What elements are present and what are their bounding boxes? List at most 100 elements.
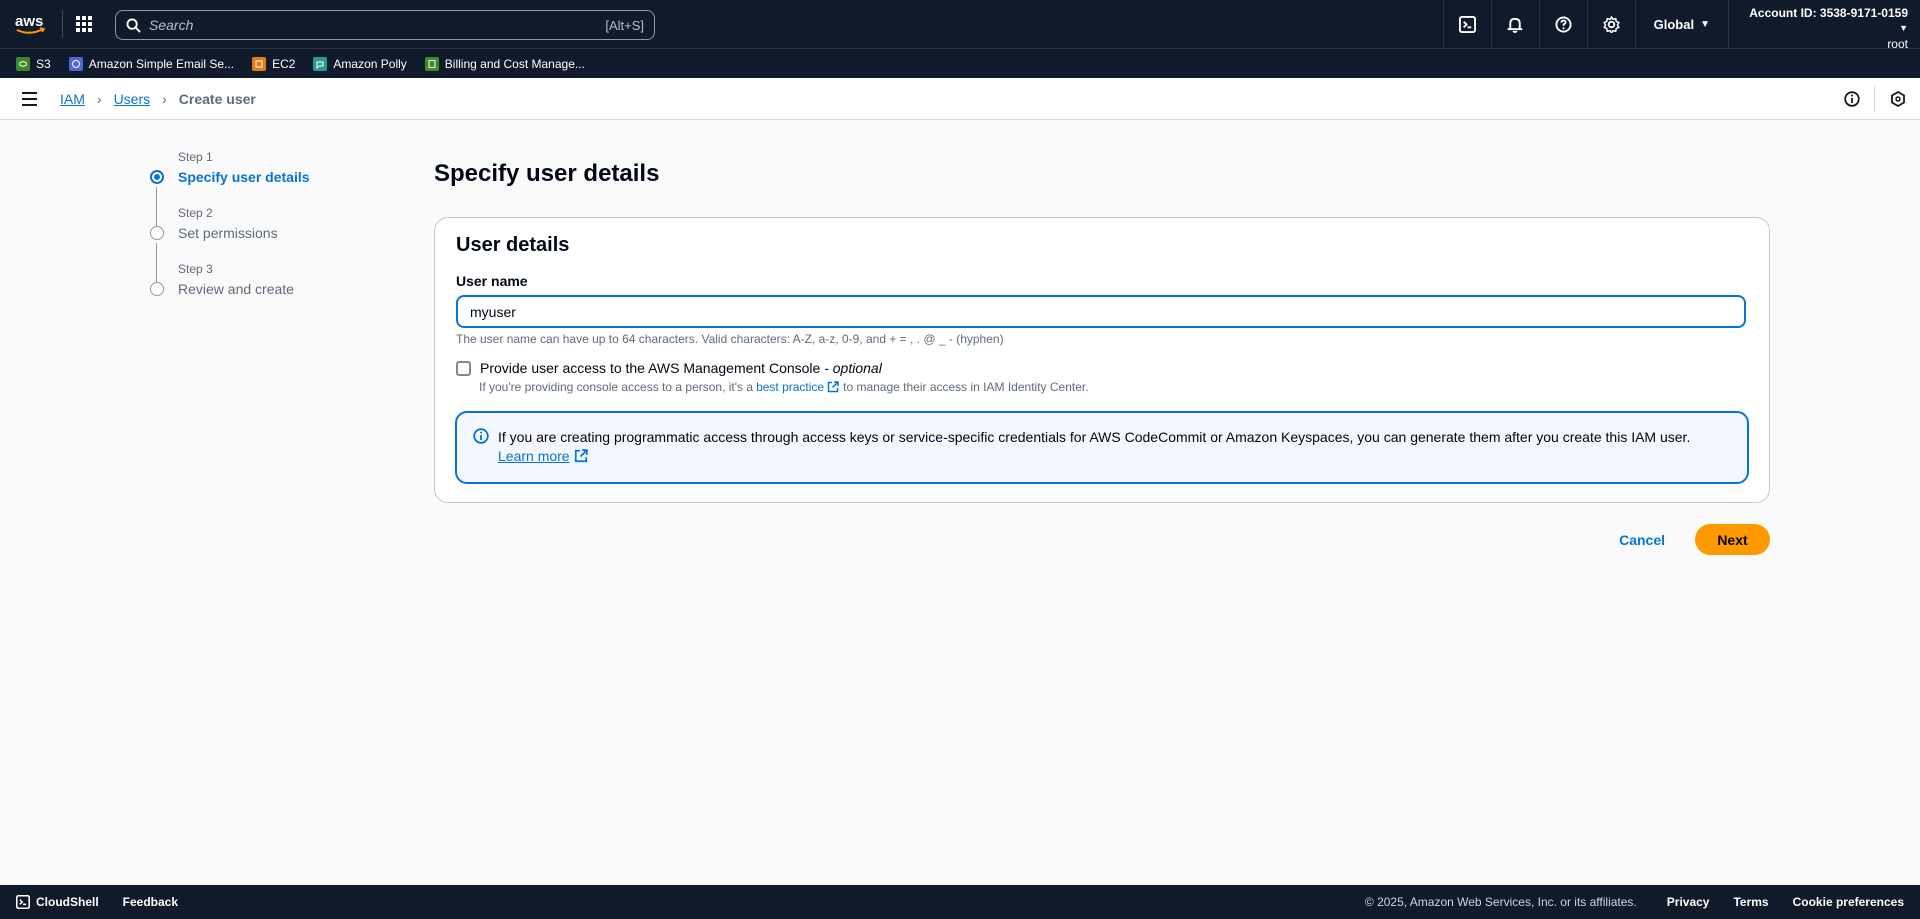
svg-text:aws: aws: [15, 13, 43, 30]
copyright-text: © 2025, Amazon Web Services, Inc. or its…: [1364, 895, 1637, 909]
username-constraint-text: The user name can have up to 64 characte…: [456, 332, 1004, 346]
wizard-step-3: Step 3 Review and create: [150, 262, 310, 318]
page-title: Specify user details: [434, 160, 660, 187]
username-input[interactable]: [456, 295, 1746, 328]
console-access-label: Provide user access to the AWS Managemen…: [480, 360, 882, 376]
console-access-description: If you're providing console access to a …: [479, 380, 1089, 394]
learn-more-link[interactable]: Learn more: [498, 448, 588, 464]
search-shortcut-hint: [Alt+S]: [605, 17, 644, 33]
step-active-indicator-icon: [150, 170, 164, 184]
learn-more-label: Learn more: [498, 448, 570, 464]
hamburger-menu-icon[interactable]: [22, 91, 50, 106]
programmatic-access-info-alert: If you are creating programmatic access …: [455, 411, 1749, 484]
favorites-bar: S3 Amazon Simple Email Se... EC2 Amazon …: [0, 48, 1920, 78]
cancel-button[interactable]: Cancel: [1599, 532, 1685, 548]
step-label: Step 1: [178, 150, 213, 164]
username-label: User name: [456, 273, 528, 289]
chevron-right-icon: ›: [96, 90, 102, 107]
wizard-step-1: Step 1 Specify user details: [150, 150, 310, 226]
favorite-billing[interactable]: Billing and Cost Manage...: [424, 56, 585, 71]
nav-right-group: Global ▼ Account ID: 3538-9171-0159 ▼ ro…: [1442, 0, 1920, 51]
polly-service-icon: [313, 56, 328, 71]
region-label: Global: [1653, 16, 1695, 32]
caret-down-icon: ▼: [1899, 23, 1908, 33]
wizard-steps: Step 1 Specify user details Step 2 Set p…: [150, 150, 310, 318]
billing-service-icon: [424, 56, 439, 71]
favorite-label: EC2: [272, 56, 296, 71]
privacy-link[interactable]: Privacy: [1667, 895, 1710, 909]
footer: CloudShell Feedback © 2025, Amazon Web S…: [0, 885, 1920, 919]
console-access-label-text: Provide user access to the AWS Managemen…: [480, 360, 821, 376]
step-title: Specify user details: [178, 169, 310, 185]
cloudshell-button[interactable]: [1442, 0, 1491, 48]
info-icon: [1843, 91, 1860, 107]
console-desc-prefix: If you're providing console access to a …: [479, 380, 754, 394]
ses-service-icon: [68, 56, 83, 71]
ec2-service-icon: [252, 56, 267, 71]
step-title: Set permissions: [178, 225, 278, 241]
footer-links: © 2025, Amazon Web Services, Inc. or its…: [1365, 885, 1920, 919]
favorite-ec2[interactable]: EC2: [252, 56, 296, 71]
caret-down-icon: ▼: [1700, 18, 1710, 30]
cookie-preferences-link[interactable]: Cookie preferences: [1793, 895, 1904, 909]
favorite-label: Amazon Polly: [333, 56, 407, 71]
top-navigation: aws [Alt+S]: [0, 0, 1920, 51]
breadcrumb: IAM › Users › Create user: [60, 91, 256, 107]
favorite-label: S3: [36, 56, 51, 71]
favorite-label: Billing and Cost Manage...: [444, 56, 585, 71]
s3-service-icon: [16, 56, 30, 71]
user-details-card: User details User name The user name can…: [434, 217, 1770, 503]
console-access-option[interactable]: Provide user access to the AWS Managemen…: [456, 360, 882, 376]
console-desc-suffix: to manage their access in IAM Identity C…: [843, 380, 1089, 394]
help-button[interactable]: [1538, 0, 1587, 48]
breadcrumb-bar-actions: [1829, 78, 1920, 120]
wizard-step-2: Step 2 Set permissions: [150, 206, 310, 282]
step-indicator-icon: [150, 226, 164, 240]
notifications-button[interactable]: [1490, 0, 1539, 48]
terminal-icon: [16, 895, 30, 909]
account-id: Account ID: 3538-9171-0159: [1749, 6, 1908, 20]
external-link-icon: [574, 449, 588, 463]
best-practice-link[interactable]: best practice: [756, 380, 824, 394]
chevron-right-icon: ›: [162, 90, 167, 107]
aws-logo[interactable]: aws: [14, 0, 62, 48]
breadcrumb-iam[interactable]: IAM: [60, 91, 85, 107]
bell-icon: [1507, 17, 1523, 33]
info-icon: [473, 428, 489, 447]
services-menu-button[interactable]: [63, 0, 105, 48]
search-bar[interactable]: [Alt+S]: [115, 10, 655, 40]
favorite-ses[interactable]: Amazon Simple Email Se...: [68, 56, 235, 71]
feedback-link[interactable]: Feedback: [123, 895, 178, 909]
terminal-icon: [1458, 15, 1476, 33]
step-label: Step 3: [178, 262, 213, 276]
terms-link[interactable]: Terms: [1733, 895, 1768, 909]
account-menu[interactable]: Account ID: 3538-9171-0159 ▼ root: [1728, 0, 1920, 51]
step-indicator-icon: [150, 282, 164, 296]
cloudshell-label: CloudShell: [36, 895, 99, 909]
info-panel-button[interactable]: [1829, 78, 1874, 120]
external-link-icon: [827, 381, 839, 393]
info-alert-text: If you are creating programmatic access …: [498, 429, 1691, 445]
help-icon: [1555, 15, 1572, 33]
settings-button[interactable]: [1586, 0, 1635, 48]
aws-logo-icon: aws: [15, 13, 46, 34]
wizard-actions: Cancel Next: [1599, 524, 1770, 555]
hexagon-icon: [1890, 91, 1905, 107]
region-selector[interactable]: Global ▼: [1634, 0, 1728, 48]
search-icon: [126, 17, 141, 33]
step-title: Review and create: [178, 281, 294, 297]
grid-icon: [76, 16, 92, 32]
gear-icon: [1603, 15, 1620, 33]
card-title: User details: [456, 234, 570, 256]
breadcrumb-users[interactable]: Users: [114, 91, 151, 107]
step-label: Step 2: [178, 206, 213, 220]
cloudshell-footer-button[interactable]: CloudShell: [16, 895, 99, 909]
favorite-label: Amazon Simple Email Se...: [88, 56, 235, 71]
search-input[interactable]: [149, 17, 606, 33]
favorite-s3[interactable]: S3: [16, 56, 51, 71]
favorite-polly[interactable]: Amazon Polly: [313, 56, 407, 71]
help-panel-button[interactable]: [1875, 78, 1920, 120]
next-button[interactable]: Next: [1695, 524, 1770, 555]
optional-tag: - optional: [824, 360, 882, 376]
console-access-checkbox[interactable]: [456, 360, 471, 376]
